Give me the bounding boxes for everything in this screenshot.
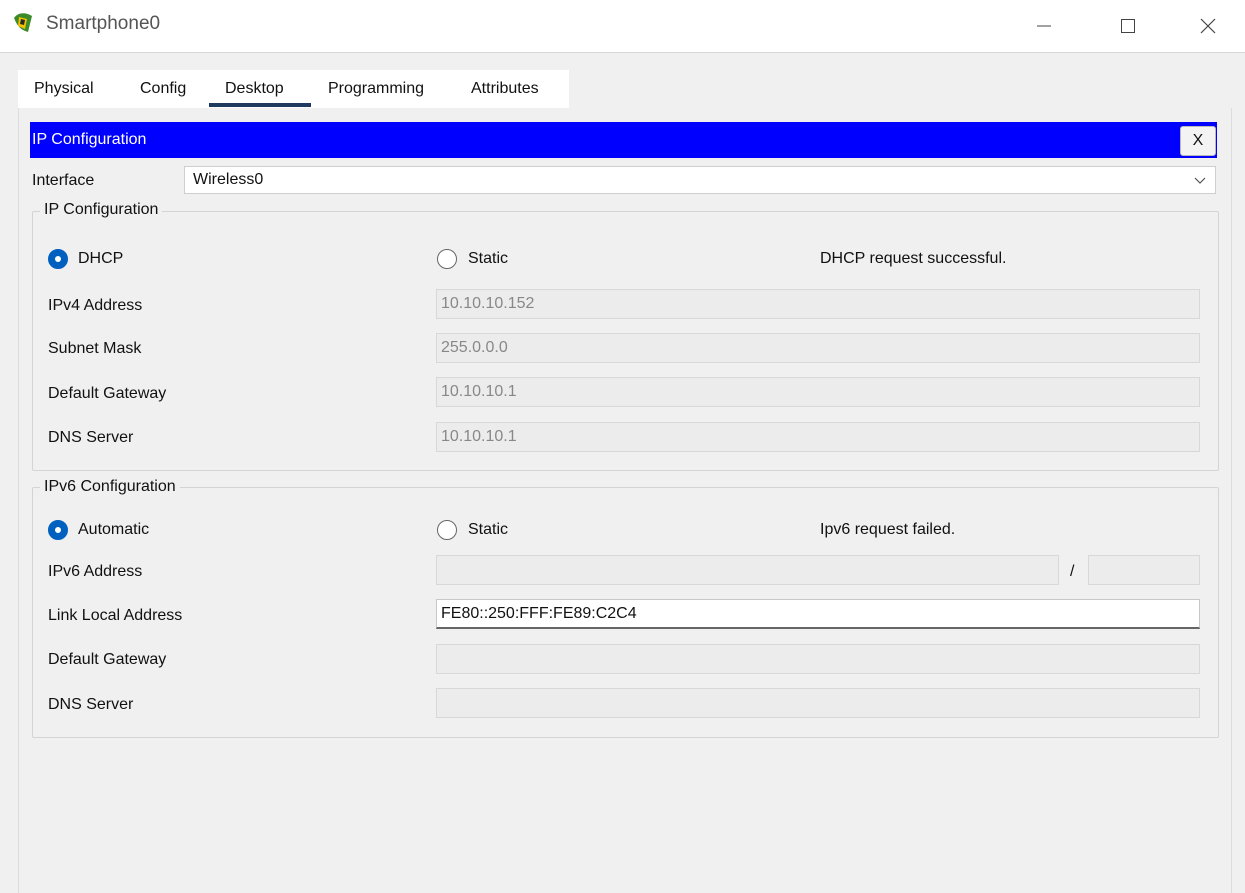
smartphone-app-icon [10,10,36,36]
ipv6-group-title: IPv6 Configuration [40,478,180,496]
minimize-icon [1037,25,1051,27]
ipv6-gateway-field[interactable] [436,644,1200,674]
tab-physical[interactable]: Physical [34,80,94,98]
ipv4-address-label: IPv4 Address [48,297,143,314]
panel-header [30,122,1217,158]
subnet-mask-label: Subnet Mask [48,340,142,357]
prefix-separator: / [1070,563,1075,580]
ipv6-static-radio[interactable] [437,520,457,540]
link-local-value: FE80::250:FFF:FE89:C2C4 [441,605,637,622]
ipv6-address-label: IPv6 Address [48,563,143,580]
ipv4-dns-field[interactable]: 10.10.10.1 [436,422,1200,452]
interface-value: Wireless0 [193,171,264,188]
maximize-button[interactable] [1100,0,1156,52]
automatic-radio[interactable] [48,520,68,540]
maximize-icon [1121,19,1135,33]
close-icon [1200,18,1216,34]
ipv4-address-value: 10.10.10.152 [441,295,535,312]
panel-title: IP Configuration [32,131,147,148]
subnet-mask-field[interactable]: 255.0.0.0 [436,333,1200,363]
ipv4-static-radio[interactable] [437,249,457,269]
ipv4-status-text: DHCP request successful. [820,250,1007,267]
interface-label: Interface [32,172,95,189]
ipv4-address-field[interactable]: 10.10.10.152 [436,289,1200,319]
tab-programming[interactable]: Programming [328,80,424,98]
ipv6-dns-field[interactable] [436,688,1200,718]
ipv4-gateway-field[interactable]: 10.10.10.1 [436,377,1200,407]
ipv6-gateway-label: Default Gateway [48,651,167,668]
ipv4-dns-label: DNS Server [48,429,134,446]
panel-close-button[interactable]: X [1180,126,1216,156]
ipv6-status-text: Ipv6 request failed. [820,521,956,538]
ipv4-group-title: IP Configuration [40,201,163,219]
active-tab-indicator [209,103,311,107]
chevron-down-icon [1194,177,1206,184]
panel-close-label: X [1192,132,1204,149]
link-local-label: Link Local Address [48,607,183,624]
ipv4-gateway-label: Default Gateway [48,385,167,402]
tab-attributes[interactable]: Attributes [471,80,539,98]
tab-config[interactable]: Config [140,80,186,98]
interface-select[interactable]: Wireless0 [184,166,1216,194]
dhcp-label: DHCP [78,250,124,267]
ipv4-dns-value: 10.10.10.1 [441,428,517,445]
window-title: Smartphone0 [46,13,161,34]
subnet-mask-value: 255.0.0.0 [441,339,508,356]
ipv4-static-label: Static [468,250,509,267]
ipv6-address-field[interactable] [436,555,1059,585]
dhcp-radio[interactable] [48,249,68,269]
ipv6-prefix-field[interactable] [1088,555,1200,585]
close-window-button[interactable] [1180,0,1236,52]
ipv4-gateway-value: 10.10.10.1 [441,383,517,400]
tab-desktop[interactable]: Desktop [225,80,284,98]
ipv6-dns-label: DNS Server [48,696,134,713]
link-local-field[interactable]: FE80::250:FFF:FE89:C2C4 [436,599,1200,629]
automatic-label: Automatic [78,521,150,538]
minimize-button[interactable] [1016,0,1072,52]
ipv6-static-label: Static [468,521,509,538]
title-bar: Smartphone0 [0,0,1245,53]
